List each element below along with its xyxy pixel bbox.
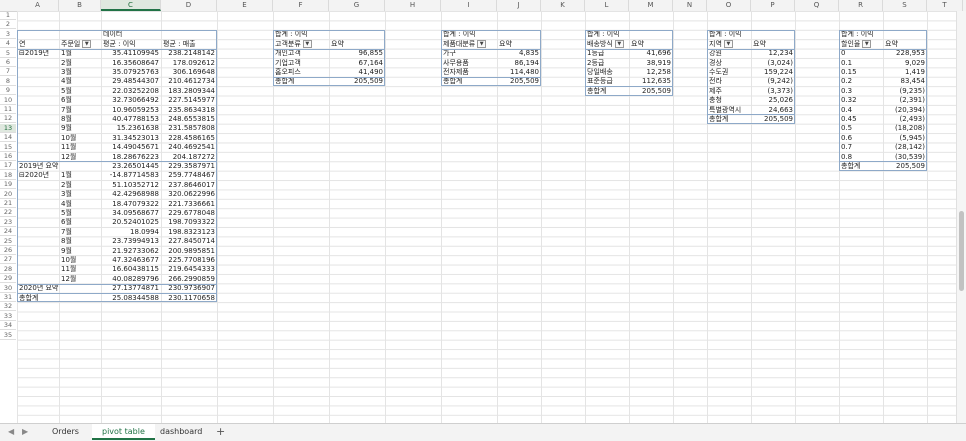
pivot-divider <box>17 293 217 294</box>
column-header-c[interactable]: C <box>101 0 161 11</box>
grid-line <box>673 11 674 423</box>
row-header-4[interactable]: 4 <box>0 39 16 49</box>
row-header-33[interactable]: 33 <box>0 312 16 321</box>
row-header-11[interactable]: 11 <box>0 105 16 114</box>
row-header-22[interactable]: 22 <box>0 208 16 218</box>
row-header-24[interactable]: 24 <box>0 227 16 237</box>
next-sheet-icon[interactable]: ▶ <box>22 427 28 436</box>
pivot-divider <box>441 48 541 50</box>
sheet-tab-orders[interactable]: Orders <box>42 424 89 440</box>
grid-line <box>927 11 928 423</box>
row-header-23[interactable]: 23 <box>0 218 16 227</box>
row-header-7[interactable]: 7 <box>0 67 16 77</box>
row-header-3[interactable]: 3 <box>0 30 16 39</box>
scrollbar-thumb[interactable] <box>959 211 964 291</box>
row-header-9[interactable]: 9 <box>0 86 16 96</box>
pivot-table-border <box>707 29 795 124</box>
row-header-21[interactable]: 21 <box>0 199 16 208</box>
row-header-8[interactable]: 8 <box>0 77 16 86</box>
column-header-l[interactable]: L <box>585 0 629 11</box>
row-header-30[interactable]: 30 <box>0 284 16 293</box>
pivot-divider <box>273 76 385 78</box>
column-header-e[interactable]: E <box>217 0 273 11</box>
row-header-13[interactable]: 13 <box>0 123 16 133</box>
pivot-table-border <box>839 29 927 171</box>
column-header-s[interactable]: S <box>883 0 927 11</box>
row-header-2[interactable]: 2 <box>0 20 16 30</box>
row-header-27[interactable]: 27 <box>0 255 16 265</box>
pivot-divider <box>585 86 673 88</box>
pivot-divider <box>273 48 385 50</box>
column-header-i[interactable]: I <box>441 0 497 11</box>
row-header-15[interactable]: 15 <box>0 143 16 152</box>
column-header-p[interactable]: P <box>751 0 795 11</box>
column-header-g[interactable]: G <box>329 0 385 11</box>
sheet-tab-dashboard[interactable]: dashboard <box>150 424 212 440</box>
column-header-m[interactable]: M <box>629 0 673 11</box>
row-header-10[interactable]: 10 <box>0 96 16 105</box>
column-header-d[interactable]: D <box>161 0 217 11</box>
row-header-31[interactable]: 31 <box>0 293 16 302</box>
row-header-12[interactable]: 12 <box>0 114 16 124</box>
pivot-divider <box>17 48 217 50</box>
sheet-tab-bar: ◀ ▶ Orders pivot table dashboard + <box>0 423 966 441</box>
row-header-26[interactable]: 26 <box>0 246 16 255</box>
row-header-17[interactable]: 17 <box>0 161 16 171</box>
pivot-divider <box>839 161 927 163</box>
row-header-28[interactable]: 28 <box>0 265 16 274</box>
row-header-34[interactable]: 34 <box>0 321 16 331</box>
row-header-29[interactable]: 29 <box>0 274 16 284</box>
column-header-r[interactable]: R <box>839 0 883 11</box>
pivot-divider <box>707 48 795 50</box>
add-sheet-button[interactable]: + <box>216 424 225 440</box>
prev-sheet-icon[interactable]: ◀ <box>8 427 14 436</box>
sheet-tab-pivot-table[interactable]: pivot table <box>92 424 155 440</box>
row-header-5[interactable]: 5 <box>0 49 16 58</box>
column-header-j[interactable]: J <box>497 0 541 11</box>
row-header-6[interactable]: 6 <box>0 58 16 67</box>
row-header-1[interactable]: 1 <box>0 11 16 20</box>
column-header-f[interactable]: F <box>273 0 329 11</box>
pivot-divider <box>585 48 673 50</box>
row-header-18[interactable]: 18 <box>0 171 16 180</box>
pivot-main-border <box>17 29 217 303</box>
row-header-14[interactable]: 14 <box>0 133 16 143</box>
row-header-16[interactable]: 16 <box>0 152 16 161</box>
column-header-h[interactable]: H <box>385 0 441 11</box>
vertical-scrollbar[interactable] <box>956 11 966 423</box>
column-header-q[interactable]: Q <box>795 0 839 11</box>
row-header-35[interactable]: 35 <box>0 331 16 340</box>
column-header-o[interactable]: O <box>707 0 751 11</box>
pivot-divider <box>839 48 927 50</box>
pivot-divider <box>707 114 795 116</box>
column-header-a[interactable]: A <box>17 0 59 11</box>
row-header-25[interactable]: 25 <box>0 237 16 246</box>
column-header-n[interactable]: N <box>673 0 707 11</box>
pivot-divider <box>441 76 541 78</box>
column-header-b[interactable]: B <box>59 0 101 11</box>
grid-line <box>795 11 796 423</box>
grid-line <box>541 11 542 423</box>
row-header-19[interactable]: 19 <box>0 180 16 190</box>
row-header-32[interactable]: 32 <box>0 302 16 312</box>
row-header-20[interactable]: 20 <box>0 190 16 199</box>
grid-line <box>217 11 218 423</box>
column-header-k[interactable]: K <box>541 0 585 11</box>
grid-line <box>385 11 386 423</box>
column-header-t[interactable]: T <box>927 0 963 11</box>
